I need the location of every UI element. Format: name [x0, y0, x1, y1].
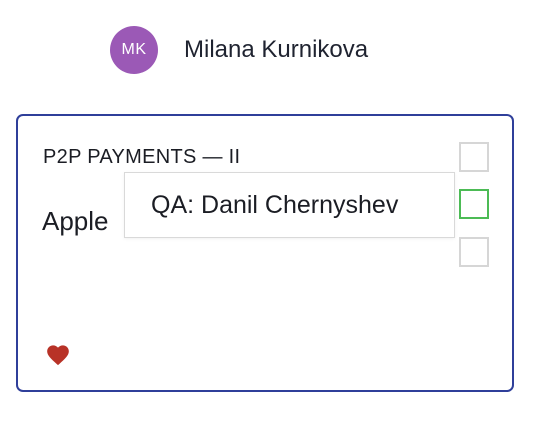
tooltip-text: QA: Danil Chernyshev [151, 190, 399, 219]
tooltip: QA: Danil Chernyshev [124, 172, 455, 238]
checkbox-1[interactable] [459, 142, 489, 172]
card-title: P2P PAYMENTS — II [43, 146, 241, 168]
checkbox-2[interactable] [459, 189, 489, 219]
heart-icon[interactable] [45, 342, 71, 366]
task-card[interactable]: P2P PAYMENTS — II Apple [16, 114, 514, 392]
card-body-text: Apple [42, 206, 109, 236]
avatar[interactable]: MK [110, 26, 158, 74]
checkbox-3[interactable] [459, 237, 489, 267]
user-header: MK Milana Kurnikova [110, 26, 368, 74]
user-name: Milana Kurnikova [184, 36, 369, 63]
avatar-initials: MK [121, 41, 147, 58]
